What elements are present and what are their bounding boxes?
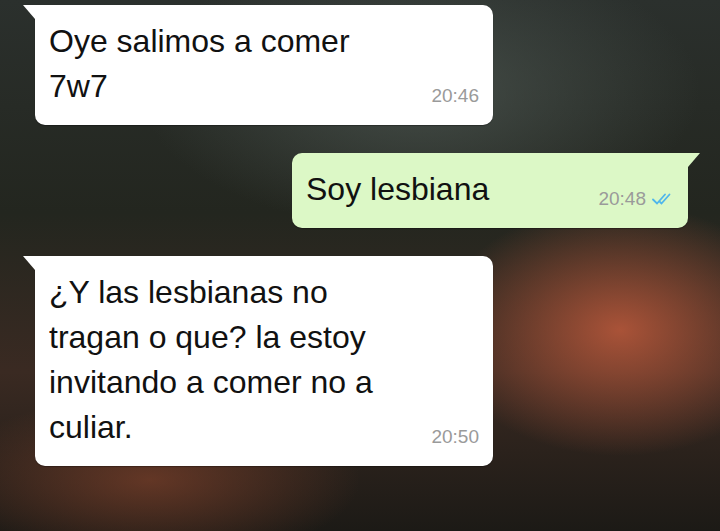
message-last-row: 7w7 20:46 <box>49 64 479 109</box>
message-line: Soy lesbiana <box>306 167 489 212</box>
message-last-row: Soy lesbiana 20:48 <box>306 167 674 212</box>
message-line: ¿Y las lesbianas no <box>49 270 479 315</box>
message-last-row: culiar. 20:50 <box>49 405 479 450</box>
message-line: invitando a comer no a <box>49 360 479 405</box>
message-line: Oye salimos a comer <box>49 19 479 64</box>
chat-background: Oye salimos a comer7w7 20:46 Soy lesbiana 2… <box>0 0 720 531</box>
message-time: 20:46 <box>431 85 479 107</box>
message-line: 7w7 <box>49 64 108 109</box>
message-meta: 20:48 <box>598 188 674 212</box>
double-check-icon <box>652 192 674 206</box>
message-meta: 20:46 <box>431 85 479 109</box>
outgoing-message[interactable]: Soy lesbiana 20:48 <box>292 153 688 228</box>
message-line: tragan o que? la estoy <box>49 315 479 360</box>
incoming-message[interactable]: Oye salimos a comer7w7 20:46 <box>35 5 493 125</box>
message-line: culiar. <box>49 405 133 450</box>
incoming-message[interactable]: ¿Y las lesbianas notragan o que? la esto… <box>35 256 493 466</box>
message-time: 20:50 <box>431 426 479 448</box>
message-time: 20:48 <box>598 188 646 210</box>
message-meta: 20:50 <box>431 426 479 450</box>
